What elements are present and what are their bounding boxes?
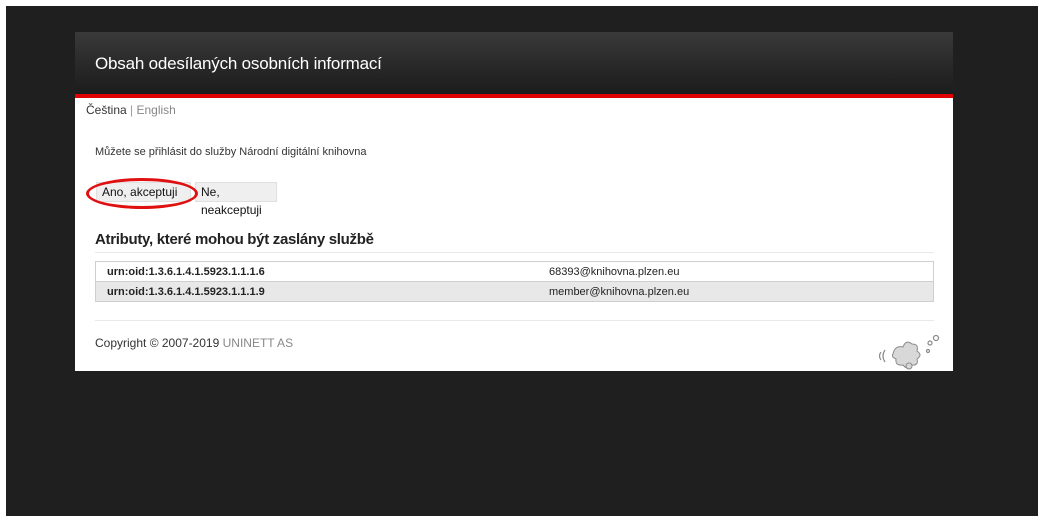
language-separator: | bbox=[130, 103, 134, 117]
language-link-english[interactable]: English bbox=[137, 103, 176, 117]
page-title: Obsah odesílaných osobních informací bbox=[95, 54, 382, 73]
consent-panel: Obsah odesílaných osobních informací Češ… bbox=[75, 32, 953, 371]
table-row: urn:oid:1.3.6.1.4.1.5923.1.1.1.9 member@… bbox=[95, 281, 934, 302]
copyright-text: Copyright © 2007-2019 bbox=[95, 336, 220, 350]
language-bar: Čeština | English bbox=[86, 103, 176, 117]
attribute-name: urn:oid:1.3.6.1.4.1.5923.1.1.1.6 bbox=[107, 265, 265, 278]
footer-divider bbox=[95, 320, 934, 321]
uninett-link[interactable]: UNINETT AS bbox=[223, 336, 293, 350]
attributes-table: urn:oid:1.3.6.1.4.1.5923.1.1.1.6 68393@k… bbox=[95, 261, 934, 302]
accept-button[interactable]: Ano, akceptuji bbox=[96, 182, 191, 202]
intro-text: Můžete se přihlásit do služby Národní di… bbox=[95, 146, 367, 158]
page-header: Obsah odesílaných osobních informací bbox=[75, 32, 953, 98]
attribute-value: member@knihovna.plzen.eu bbox=[535, 281, 934, 302]
table-row: urn:oid:1.3.6.1.4.1.5923.1.1.1.6 68393@k… bbox=[96, 262, 934, 282]
attributes-heading: Atributy, které mohou být zaslány službě bbox=[95, 231, 374, 248]
heading-divider bbox=[95, 252, 934, 253]
attribute-value: 68393@knihovna.plzen.eu bbox=[549, 265, 680, 278]
decline-button[interactable]: Ne, neakceptuji bbox=[195, 182, 277, 217]
language-current: Čeština bbox=[86, 103, 127, 117]
simplesamlphp-logo-icon bbox=[875, 330, 945, 370]
attribute-name: urn:oid:1.3.6.1.4.1.5923.1.1.1.9 bbox=[95, 281, 535, 302]
copyright: Copyright © 2007-2019 UNINETT AS bbox=[95, 336, 293, 350]
